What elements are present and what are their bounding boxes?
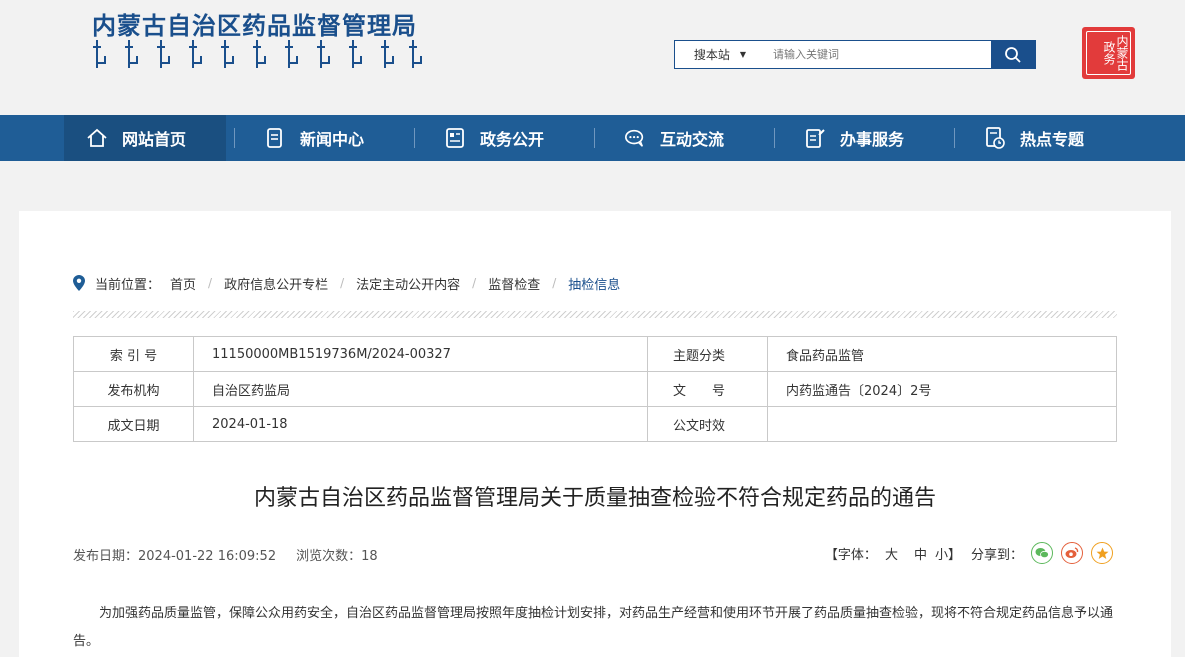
table-row: 成文日期 2024-01-18 公文时效 bbox=[73, 406, 1117, 442]
breadcrumb: 当前位置： 首页 / 政府信息公开专栏 / 法定主动公开内容 / 监督检查 / … bbox=[73, 273, 620, 293]
font-size-label: 【字体： bbox=[824, 547, 877, 563]
wechat-share-icon[interactable] bbox=[1031, 542, 1053, 564]
site-title[interactable]: 内蒙古自治区药品监督管理局 bbox=[92, 6, 417, 41]
share-label: 分享到： bbox=[970, 547, 1023, 563]
meta-value: 11150000MB1519736M/2024-00327 bbox=[193, 336, 648, 372]
mongolian-script-logo bbox=[93, 40, 424, 70]
search-button[interactable] bbox=[991, 41, 1035, 68]
nav-item-interaction[interactable]: 互动交流 bbox=[624, 115, 724, 161]
meta-key: 索 引 号 bbox=[73, 336, 194, 372]
weibo-share-icon[interactable] bbox=[1061, 542, 1083, 564]
location-pin-icon bbox=[73, 275, 85, 291]
meta-key: 成文日期 bbox=[73, 406, 194, 442]
meta-key: 文 号 bbox=[647, 371, 768, 407]
breadcrumb-item-supervision[interactable]: 监督检查 bbox=[488, 274, 540, 293]
nav-item-home[interactable]: 网站首页 bbox=[64, 115, 226, 161]
main-nav: 网站首页 新闻中心 政务公开 互动交流 办事服务 热点专题 bbox=[0, 115, 1185, 161]
meta-key: 公文时效 bbox=[647, 406, 768, 442]
nav-label: 网站首页 bbox=[122, 130, 187, 149]
nav-item-news[interactable]: 新闻中心 bbox=[264, 115, 364, 161]
breadcrumb-item-sampling[interactable]: 抽检信息 bbox=[568, 274, 620, 293]
meta-key: 发布机构 bbox=[73, 371, 194, 407]
clock-document-icon bbox=[984, 127, 1006, 149]
nav-item-gov-affairs[interactable]: 政务公开 bbox=[444, 115, 544, 161]
grid-document-icon bbox=[444, 127, 466, 149]
table-row: 发布机构 自治区药监局 文 号 内药监通告〔2024〕2号 bbox=[73, 371, 1117, 407]
article-title: 内蒙古自治区药品监督管理局关于质量抽查检验不符合规定药品的通告 bbox=[253, 486, 936, 511]
edit-list-icon bbox=[804, 127, 826, 149]
font-large-button[interactable]: 大 bbox=[885, 548, 898, 563]
breadcrumb-item-gov-info[interactable]: 政府信息公开专栏 bbox=[224, 274, 328, 293]
chat-icon bbox=[624, 127, 646, 149]
article-body: 为加强药品质量监管，保障公众用药安全，自治区药品监督管理局按照年度抽检计划安排，… bbox=[73, 606, 1114, 649]
caret-down-icon: ▼ bbox=[739, 50, 747, 59]
search-bar: 搜本站 ▼ bbox=[674, 40, 1036, 69]
font-medium-button[interactable]: 中 bbox=[914, 548, 927, 563]
view-count: 浏览次数：18 bbox=[296, 545, 378, 564]
meta-value: 自治区药监局 bbox=[193, 371, 648, 407]
breadcrumb-item-home[interactable]: 首页 bbox=[170, 274, 196, 293]
meta-value: 内药监通告〔2024〕2号 bbox=[767, 371, 1117, 407]
breadcrumb-item-statutory[interactable]: 法定主动公开内容 bbox=[356, 274, 460, 293]
table-row: 索 引 号 11150000MB1519736M/2024-00327 主题分类… bbox=[73, 336, 1117, 372]
font-small-button[interactable]: 小】 bbox=[935, 548, 961, 563]
home-icon bbox=[86, 127, 108, 149]
search-input[interactable] bbox=[765, 41, 991, 68]
document-icon bbox=[264, 127, 286, 149]
publish-date: 发布日期：2024-01-22 16:09:52 bbox=[73, 545, 276, 564]
document-meta-table: 索 引 号 11150000MB1519736M/2024-00327 主题分类… bbox=[73, 336, 1117, 442]
search-scope-label: 搜本站 bbox=[693, 48, 730, 62]
nav-label: 互动交流 bbox=[660, 130, 725, 149]
nav-item-services[interactable]: 办事服务 bbox=[804, 115, 904, 161]
publish-date-value: 2024-01-22 16:09:52 bbox=[138, 549, 277, 564]
nav-label: 办事服务 bbox=[840, 130, 905, 149]
view-count-label: 浏览次数： bbox=[296, 549, 362, 564]
meta-value: 食品药品监管 bbox=[767, 336, 1117, 372]
meta-value bbox=[767, 406, 1117, 442]
nav-label: 热点专题 bbox=[1020, 130, 1085, 149]
nav-item-topics[interactable]: 热点专题 bbox=[984, 115, 1084, 161]
seal-logo: 内蒙古 政务 bbox=[1082, 27, 1135, 79]
divider bbox=[73, 311, 1117, 318]
site-header: 内蒙古自治区药品监督管理局 搜本站 ▼ 内蒙古政务 bbox=[0, 0, 1185, 115]
favorite-star-icon[interactable] bbox=[1091, 542, 1113, 564]
meta-value: 2024-01-18 bbox=[193, 406, 648, 442]
font-size-control: 【字体： 大 中小】 bbox=[825, 544, 961, 563]
nav-label: 政务公开 bbox=[480, 130, 545, 149]
article-info: 发布日期：2024-01-22 16:09:52 浏览次数：18 bbox=[73, 545, 378, 564]
search-scope-select[interactable]: 搜本站 ▼ bbox=[675, 41, 765, 68]
publish-date-label: 发布日期： bbox=[73, 549, 139, 564]
breadcrumb-prefix: 当前位置： bbox=[95, 277, 161, 293]
nav-label: 新闻中心 bbox=[300, 130, 365, 149]
search-icon bbox=[1005, 46, 1021, 63]
view-count-value: 18 bbox=[361, 549, 378, 564]
meta-key: 主题分类 bbox=[647, 336, 768, 372]
article-tools: 【字体： 大 中小】 分享到： bbox=[825, 542, 1113, 564]
